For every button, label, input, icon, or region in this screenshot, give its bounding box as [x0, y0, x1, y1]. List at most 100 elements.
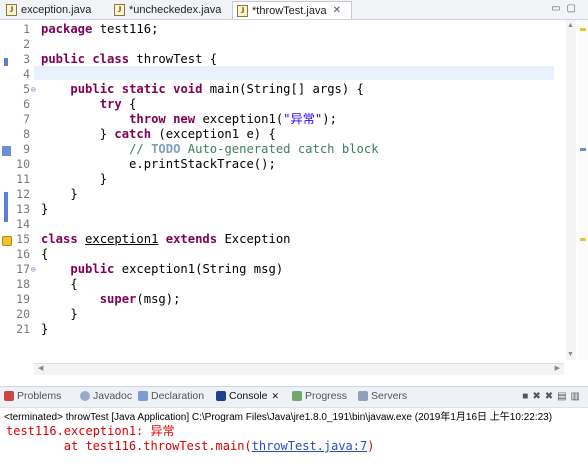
line-number: 11: [16, 172, 30, 186]
servers-icon: [358, 391, 368, 401]
code-line[interactable]: 19 super(msg);: [0, 292, 560, 307]
java-file-icon: J: [6, 3, 17, 16]
line-number: 3: [23, 52, 30, 66]
remove-all-icon[interactable]: ✖: [545, 391, 557, 402]
line-number: 2: [23, 37, 30, 51]
code-text: try {: [99, 97, 137, 111]
line-number: 17: [16, 262, 30, 276]
task-marker[interactable]: [580, 148, 586, 151]
window-controls: ▭▢: [551, 3, 582, 14]
line-number: 18: [16, 277, 30, 291]
tab-javadoc[interactable]: Javadoc: [80, 390, 132, 402]
code-line[interactable]: 8 } catch (exception1 e) {: [0, 127, 560, 142]
tab-progress[interactable]: Progress: [292, 390, 347, 402]
tab-declaration[interactable]: Declaration: [138, 390, 204, 402]
remove-launch-icon[interactable]: ✖: [532, 391, 544, 402]
code-text: {: [41, 247, 49, 261]
tab-console[interactable]: Console ✕: [216, 390, 279, 402]
code-line[interactable]: 15 class exception1 extends Exception: [0, 232, 560, 247]
console-toolbar: ■✖✖▤▥: [522, 391, 584, 402]
line-number: 10: [16, 157, 30, 171]
declaration-icon: [138, 391, 148, 401]
code-line[interactable]: 2: [0, 37, 560, 52]
overview-ruler[interactable]: [578, 20, 588, 360]
code-line[interactable]: 9 // TODO Auto-generated catch block: [0, 142, 560, 157]
warning-marker[interactable]: [580, 238, 586, 241]
stack-trace-link[interactable]: throwTest.java:7: [252, 439, 368, 453]
code-line[interactable]: 11 }: [0, 172, 560, 187]
line-number: 12: [16, 187, 30, 201]
terminate-icon[interactable]: ■: [522, 391, 532, 402]
scroll-down-icon[interactable]: ▼: [567, 351, 574, 358]
code-text: public static void main(String[] args) {: [70, 82, 364, 96]
fold-toggle-icon[interactable]: ⊖: [31, 262, 36, 277]
code-line[interactable]: 17 public exception1(String msg) ⊖: [0, 262, 560, 277]
code-text: e.printStackTrace();: [41, 157, 276, 171]
code-lines: 1 package test116; 2 3 public class throwTes…: [0, 22, 560, 337]
scroll-left-icon[interactable]: ◀: [38, 364, 43, 372]
code-text: }: [41, 172, 108, 186]
fold-toggle-icon[interactable]: ⊖: [31, 82, 36, 97]
code-line[interactable]: 5 public static void main(String[] args)…: [0, 82, 560, 97]
code-line[interactable]: 7 throw new exception1("异常");: [0, 112, 560, 127]
code-line[interactable]: 18 {: [0, 277, 560, 292]
tab-label: Console: [229, 390, 268, 402]
code-line[interactable]: 13}: [0, 202, 560, 217]
tab-uncheckedex-java[interactable]: J *uncheckedex.java: [110, 1, 228, 18]
code-editor[interactable]: 1 package test116; 2 3 public class throwTes…: [0, 20, 588, 376]
minimize-icon[interactable]: ▭: [551, 3, 566, 14]
tab-servers[interactable]: Servers: [358, 390, 407, 402]
code-line[interactable]: 10 e.printStackTrace();: [0, 157, 560, 172]
line-number: 13: [16, 202, 30, 216]
line-number: 5: [23, 82, 30, 96]
tab-label: *throwTest.java: [252, 4, 327, 17]
code-line[interactable]: 16 {: [0, 247, 560, 262]
console-icon: [216, 391, 226, 401]
tab-label: Progress: [305, 390, 348, 402]
scroll-up-icon[interactable]: ▲: [567, 22, 574, 29]
code-line[interactable]: 4: [0, 67, 560, 82]
code-line[interactable]: 20 }: [0, 307, 560, 322]
code-text: super(msg);: [99, 292, 181, 306]
code-line[interactable]: 21}: [0, 322, 560, 337]
code-text: public class throwTest {: [41, 52, 218, 66]
code-text: }: [41, 322, 49, 336]
horizontal-scrollbar[interactable]: ◀ ▶: [34, 363, 564, 375]
tab-label: Servers: [371, 390, 408, 402]
pin-console-icon[interactable]: ▥: [571, 391, 584, 402]
tab-exception-java[interactable]: J exception.java: [2, 1, 102, 18]
tab-problems[interactable]: Problems: [4, 390, 61, 402]
warning-marker[interactable]: [580, 28, 586, 31]
tab-label: exception.java: [21, 3, 92, 16]
progress-icon: [292, 391, 302, 401]
scroll-lock-icon[interactable]: ▤: [557, 391, 570, 402]
line-number: 6: [23, 97, 30, 111]
maximize-icon[interactable]: ▢: [567, 3, 582, 14]
code-text: }: [41, 202, 49, 216]
scroll-right-icon[interactable]: ▶: [555, 364, 560, 372]
line-number: 7: [23, 112, 30, 126]
close-tab-icon[interactable]: ✕: [333, 5, 341, 16]
vertical-scrollbar[interactable]: ▲ ▼: [566, 20, 576, 360]
console-error-line: test116.exception1: 异常: [6, 424, 175, 438]
code-text: public exception1(String msg): [70, 262, 284, 276]
line-number: 15: [16, 232, 30, 246]
java-file-icon: J: [237, 4, 248, 17]
code-text: class exception1 extends Exception: [41, 232, 291, 246]
console-output[interactable]: test116.exception1: 异常 at test116.throwT…: [6, 424, 374, 454]
code-text: }: [41, 307, 78, 321]
code-line[interactable]: 1 package test116;: [0, 22, 560, 37]
tab-label: Declaration: [151, 390, 205, 402]
tab-throwtest-java[interactable]: J *throwTest.java ✕: [232, 1, 352, 19]
line-number: 20: [16, 307, 30, 321]
code-line[interactable]: 3 public class throwTest {: [0, 52, 560, 67]
code-line[interactable]: 6 try {: [0, 97, 560, 112]
line-number: 9: [23, 142, 30, 156]
line-number: 16: [16, 247, 30, 261]
line-number: 1: [23, 22, 30, 36]
code-line[interactable]: 14: [0, 217, 560, 232]
line-number: 4: [23, 67, 30, 81]
code-line[interactable]: 12 }: [0, 187, 560, 202]
line-number: 19: [16, 292, 30, 306]
close-console-icon[interactable]: ✕: [272, 391, 280, 402]
